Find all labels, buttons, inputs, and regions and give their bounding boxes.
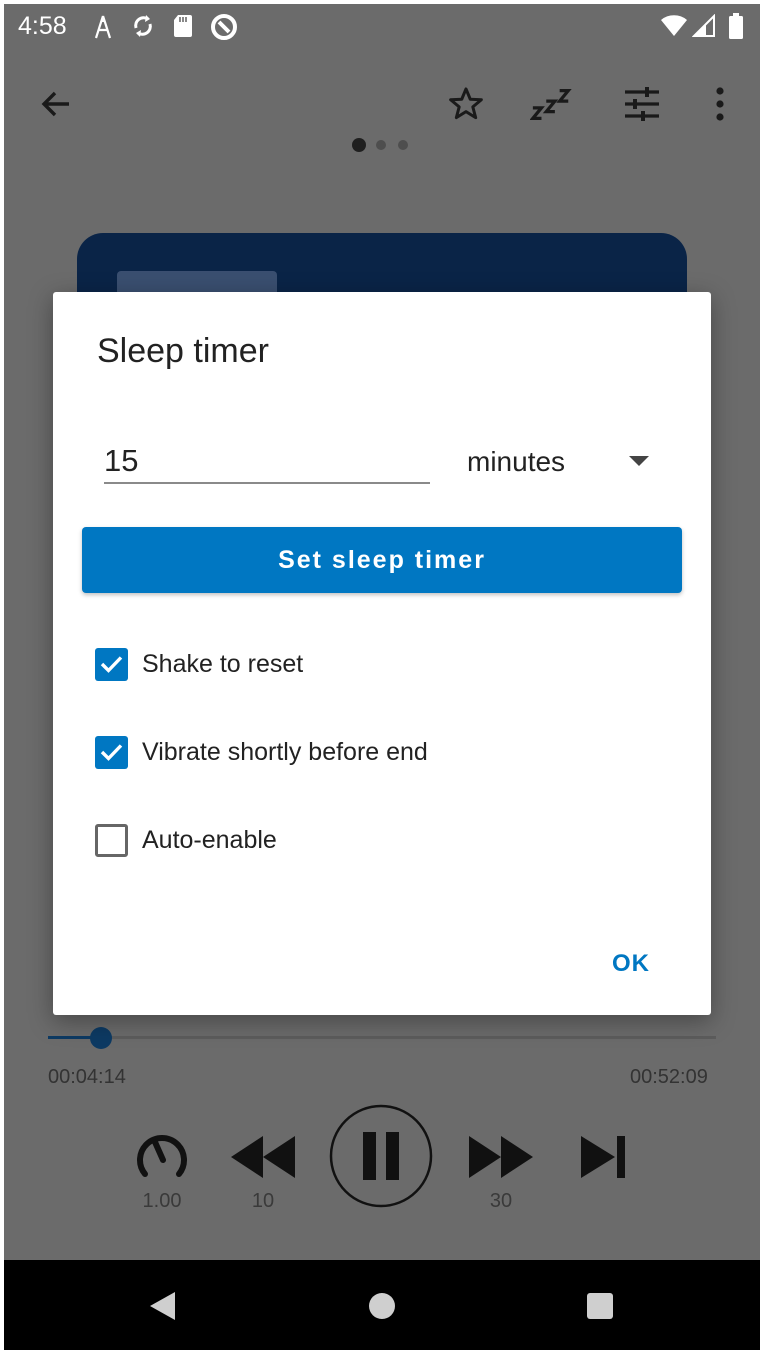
back-arrow-icon[interactable] [34, 82, 78, 126]
sleep-timer-dialog: Sleep timer minutes Set sleep timer Shak… [53, 292, 711, 1015]
page-indicator-dot [398, 140, 408, 150]
status-bar: 4:58 [4, 4, 760, 50]
checkbox-checked-icon[interactable] [95, 647, 128, 681]
wifi-icon [660, 14, 688, 43]
rewind-label: 10 [251, 1190, 275, 1212]
auto-enable-option[interactable]: Auto-enable [95, 820, 277, 860]
data-saver-icon [209, 12, 239, 47]
current-position: 00:04:14 [48, 1066, 126, 1088]
more-vert-icon[interactable] [698, 82, 742, 126]
dialog-title: Sleep timer [97, 332, 269, 370]
forward-label: 30 [489, 1190, 513, 1212]
checkbox-checked-icon[interactable] [95, 735, 128, 769]
sleep-zzz-icon[interactable] [530, 82, 574, 126]
dropdown-arrow-icon [629, 456, 649, 466]
ok-button[interactable]: OK [599, 942, 663, 986]
checkbox-unchecked-icon[interactable] [95, 823, 128, 857]
fast-forward-icon[interactable] [466, 1132, 536, 1182]
tune-sliders-icon[interactable] [620, 82, 664, 126]
page-indicator-dot-active [352, 138, 366, 152]
seek-track[interactable] [48, 1036, 716, 1039]
total-duration: 00:52:09 [630, 1066, 708, 1088]
pause-icon[interactable] [329, 1104, 433, 1208]
nav-home-icon[interactable] [360, 1284, 404, 1328]
vibrate-before-end-label: Vibrate shortly before end [142, 737, 428, 766]
status-time: 4:58 [18, 12, 67, 40]
nav-recents-icon[interactable] [578, 1284, 622, 1328]
speed-label: 1.00 [142, 1190, 182, 1212]
timer-value-input[interactable] [104, 440, 430, 484]
battery-icon [728, 12, 744, 45]
page-indicator-dot [376, 140, 386, 150]
antenna-icon [92, 12, 114, 45]
navigation-bar [4, 1260, 760, 1350]
skip-next-icon[interactable] [576, 1132, 630, 1182]
seek-thumb[interactable] [90, 1027, 112, 1049]
set-sleep-timer-button[interactable]: Set sleep timer [82, 527, 682, 593]
shake-to-reset-label: Shake to reset [142, 649, 304, 678]
sync-icon [130, 12, 156, 45]
star-icon[interactable] [444, 82, 488, 126]
vibrate-before-end-option[interactable]: Vibrate shortly before end [95, 732, 428, 772]
sd-card-icon [172, 12, 194, 45]
playback-speed-icon[interactable] [132, 1128, 192, 1184]
shake-to-reset-option[interactable]: Shake to reset [95, 644, 303, 684]
rewind-icon[interactable] [228, 1132, 298, 1182]
time-unit-value: minutes [467, 446, 566, 477]
auto-enable-label: Auto-enable [142, 825, 277, 854]
cell-signal-icon [691, 13, 716, 43]
time-unit-dropdown[interactable]: minutes [467, 442, 657, 482]
nav-back-icon[interactable] [140, 1284, 184, 1328]
